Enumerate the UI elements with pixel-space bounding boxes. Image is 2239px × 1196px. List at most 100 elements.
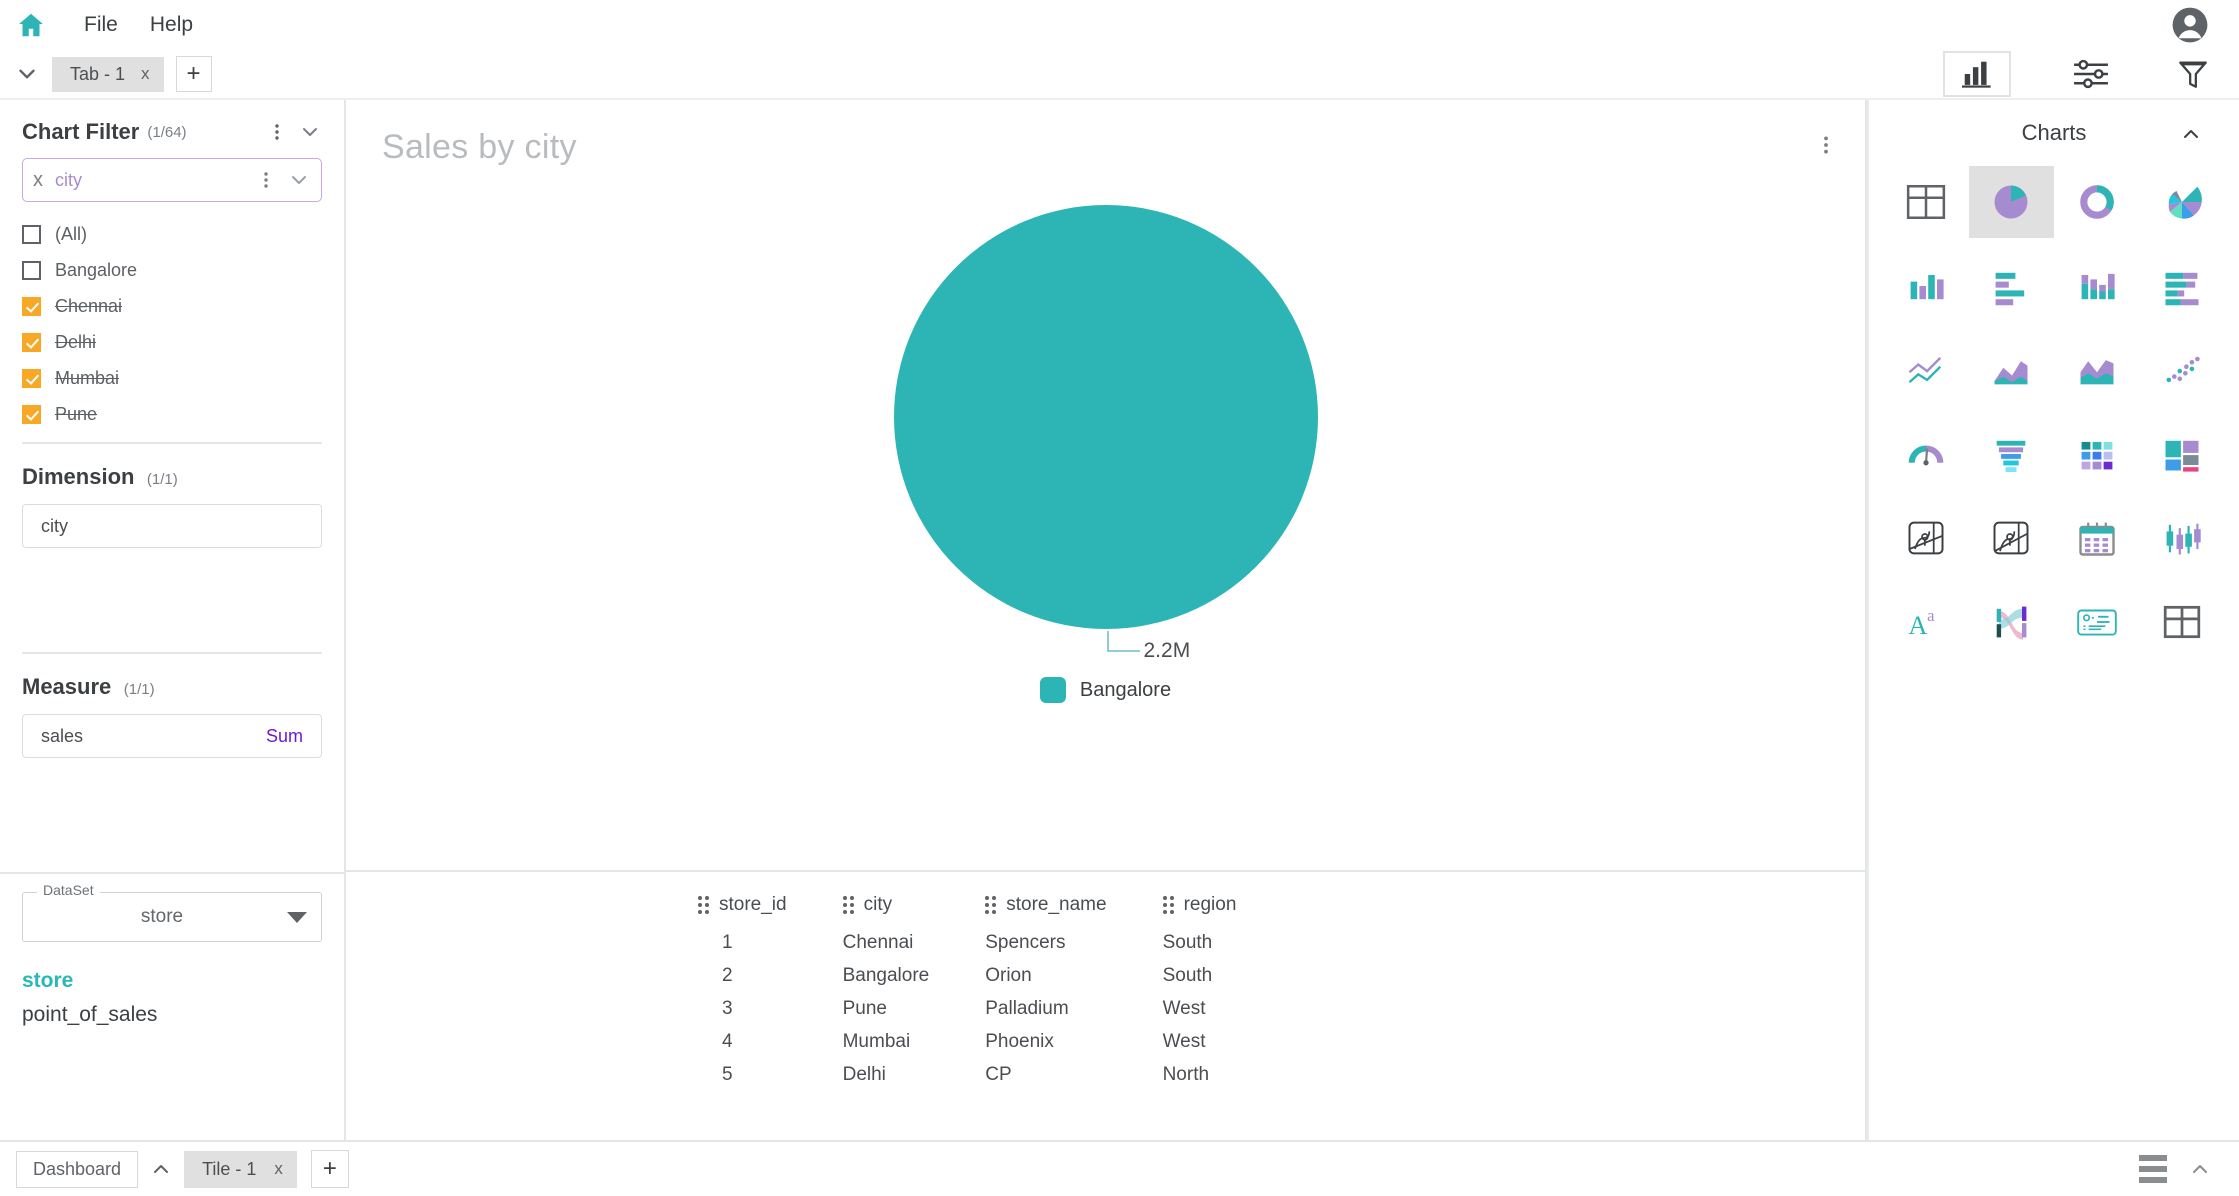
drag-handle-icon[interactable]	[1162, 896, 1174, 914]
dataset-table-item[interactable]: point_of_sales	[22, 998, 322, 1032]
more-vertical-icon[interactable]	[1815, 134, 1837, 161]
chart-type-heatmap[interactable]	[2054, 418, 2140, 490]
filter-field-value: city	[55, 169, 82, 190]
chart-type-stacked-bar[interactable]	[2140, 250, 2226, 322]
drag-handle-icon[interactable]	[698, 896, 709, 914]
filter-option-row[interactable]: Delhi	[22, 324, 322, 360]
column-header-region[interactable]: region	[1162, 894, 1293, 932]
menu-item-file[interactable]: File	[70, 9, 132, 41]
chart-type-line[interactable]	[1883, 334, 1969, 406]
checkbox[interactable]	[22, 332, 41, 352]
pie-chart[interactable]: 2.2M Bangalore	[346, 205, 1865, 870]
checkbox[interactable]	[22, 368, 41, 388]
cell-store-id: 2	[722, 965, 733, 986]
chart-type-word-cloud[interactable]: A a	[1883, 586, 1969, 658]
drag-handle-icon[interactable]	[842, 896, 854, 914]
dimension-dropzone[interactable]	[22, 564, 322, 654]
chart-type-column[interactable]	[1883, 250, 1969, 322]
more-vertical-icon[interactable]	[253, 167, 279, 193]
hamburger-icon[interactable]	[2139, 1155, 2167, 1183]
home-icon[interactable]	[14, 8, 48, 42]
checkbox[interactable]	[22, 296, 41, 316]
tile-item[interactable]: Tile - 1 x	[184, 1150, 297, 1188]
chart-type-map[interactable]	[1883, 502, 1969, 574]
top-right-toolbar	[1943, 50, 2215, 98]
filter-option-row[interactable]: Chennai	[22, 288, 322, 324]
add-tab-button[interactable]: +	[175, 56, 212, 92]
dashboard-button[interactable]: Dashboard	[16, 1150, 139, 1188]
chart-type-area[interactable]	[1969, 334, 2055, 406]
checkbox[interactable]	[22, 224, 41, 244]
scatter-chart-icon	[2166, 356, 2200, 383]
chart-type-rose[interactable]	[2140, 166, 2226, 238]
more-vertical-icon[interactable]	[264, 119, 290, 145]
column-header-city[interactable]: city	[842, 894, 986, 932]
column-header-store-id[interactable]: store_id	[698, 894, 843, 932]
tab-item[interactable]: Tab - 1 x	[52, 56, 164, 92]
legend-swatch[interactable]	[1039, 677, 1066, 703]
filter-option-row[interactable]: (All)	[22, 216, 322, 252]
add-tile-button[interactable]: +	[310, 1150, 349, 1188]
settings-sliders-icon[interactable]	[2069, 52, 2113, 96]
cell-store-id: 5	[722, 1064, 733, 1085]
chart-type-gauge[interactable]	[1883, 418, 1969, 490]
chart-type-stacked-area[interactable]	[2054, 334, 2140, 406]
filter-option-row[interactable]: Bangalore	[22, 252, 322, 288]
filter-option-row[interactable]: Pune	[22, 396, 322, 432]
pie-slice-bangalore[interactable]	[893, 205, 1318, 629]
table-row[interactable]: 5 Delhi CP North	[698, 1064, 1292, 1097]
chart-filter-title: Chart Filter	[22, 119, 140, 144]
column-header-store-name[interactable]: store_name	[985, 894, 1162, 932]
chart-type-pie[interactable]	[1968, 166, 2054, 238]
filter-option-list: (All) Bangalore Chennai Delhi Mumbai Pun…	[22, 216, 322, 444]
account-avatar-icon[interactable]	[2171, 6, 2209, 44]
chart-type-scatter[interactable]	[2140, 334, 2226, 406]
table-row[interactable]: 2 Bangalore Orion South	[698, 965, 1292, 998]
chart-type-card[interactable]	[2054, 586, 2140, 658]
measure-chip[interactable]: sales Sum	[22, 714, 322, 758]
dimension-chip[interactable]: city	[22, 504, 322, 548]
candlestick-chart-icon	[2166, 523, 2201, 555]
drag-handle-icon[interactable]	[985, 896, 997, 914]
menu-item-help[interactable]: Help	[136, 9, 207, 41]
chevron-up-icon[interactable]	[2179, 122, 2203, 151]
chevron-up-icon[interactable]	[2183, 1154, 2217, 1184]
chart-type-table[interactable]	[1883, 166, 1969, 238]
table-row[interactable]: 3 Pune Palladium West	[698, 998, 1292, 1031]
chevron-up-icon[interactable]	[144, 1154, 178, 1184]
chart-type-treemap[interactable]	[2140, 418, 2226, 490]
filter-option-row[interactable]: Mumbai	[22, 360, 322, 396]
chart-type-pivot-table[interactable]	[2140, 586, 2226, 658]
chart-type-stacked-column[interactable]	[2054, 250, 2140, 322]
chart-type-donut[interactable]	[2054, 166, 2140, 238]
checkbox[interactable]	[22, 260, 41, 280]
chart-panel-toggle-button[interactable]	[1943, 51, 2011, 97]
chart-type-funnel[interactable]	[1969, 418, 2055, 490]
chevron-down-icon[interactable]	[296, 118, 324, 146]
chart-type-filled-map[interactable]	[1969, 502, 2055, 574]
caret-down-icon[interactable]	[287, 911, 307, 923]
tile-close-icon[interactable]: x	[274, 1159, 283, 1179]
measure-aggregation-label[interactable]: Sum	[266, 726, 303, 747]
tab-close-icon[interactable]: x	[141, 64, 150, 84]
chevron-down-icon[interactable]	[285, 166, 313, 194]
table-row[interactable]: 4 Mumbai Phoenix West	[698, 1031, 1292, 1064]
chart-filter-pane: Chart Filter (1/64) x city (All) Bangalo…	[0, 100, 344, 872]
checkbox[interactable]	[22, 404, 41, 424]
filter-field-select[interactable]: x city	[22, 158, 322, 202]
dataset-select[interactable]: DataSet store	[22, 882, 322, 942]
chart-type-sankey[interactable]	[1969, 586, 2055, 658]
chart-type-bar[interactable]	[1969, 250, 2055, 322]
chart-canvas: Sales by city 2.2M Bangalore	[346, 100, 1867, 872]
data-table: store_id city store_name region 1 Chenna…	[698, 894, 1292, 1097]
dataset-table-item[interactable]: store	[22, 964, 322, 998]
chevron-down-icon[interactable]	[12, 59, 42, 89]
funnel-icon[interactable]	[2171, 52, 2215, 96]
chart-legend: Bangalore	[1039, 677, 1171, 703]
table-row[interactable]: 1 Chennai Spencers South	[698, 932, 1292, 965]
clear-filter-icon[interactable]: x	[33, 169, 43, 192]
chart-type-candlestick[interactable]	[2140, 502, 2226, 574]
chart-type-calendar[interactable]	[2054, 502, 2140, 574]
rose-chart-icon	[2168, 186, 2203, 219]
dimension-count: (1/1)	[146, 471, 178, 488]
